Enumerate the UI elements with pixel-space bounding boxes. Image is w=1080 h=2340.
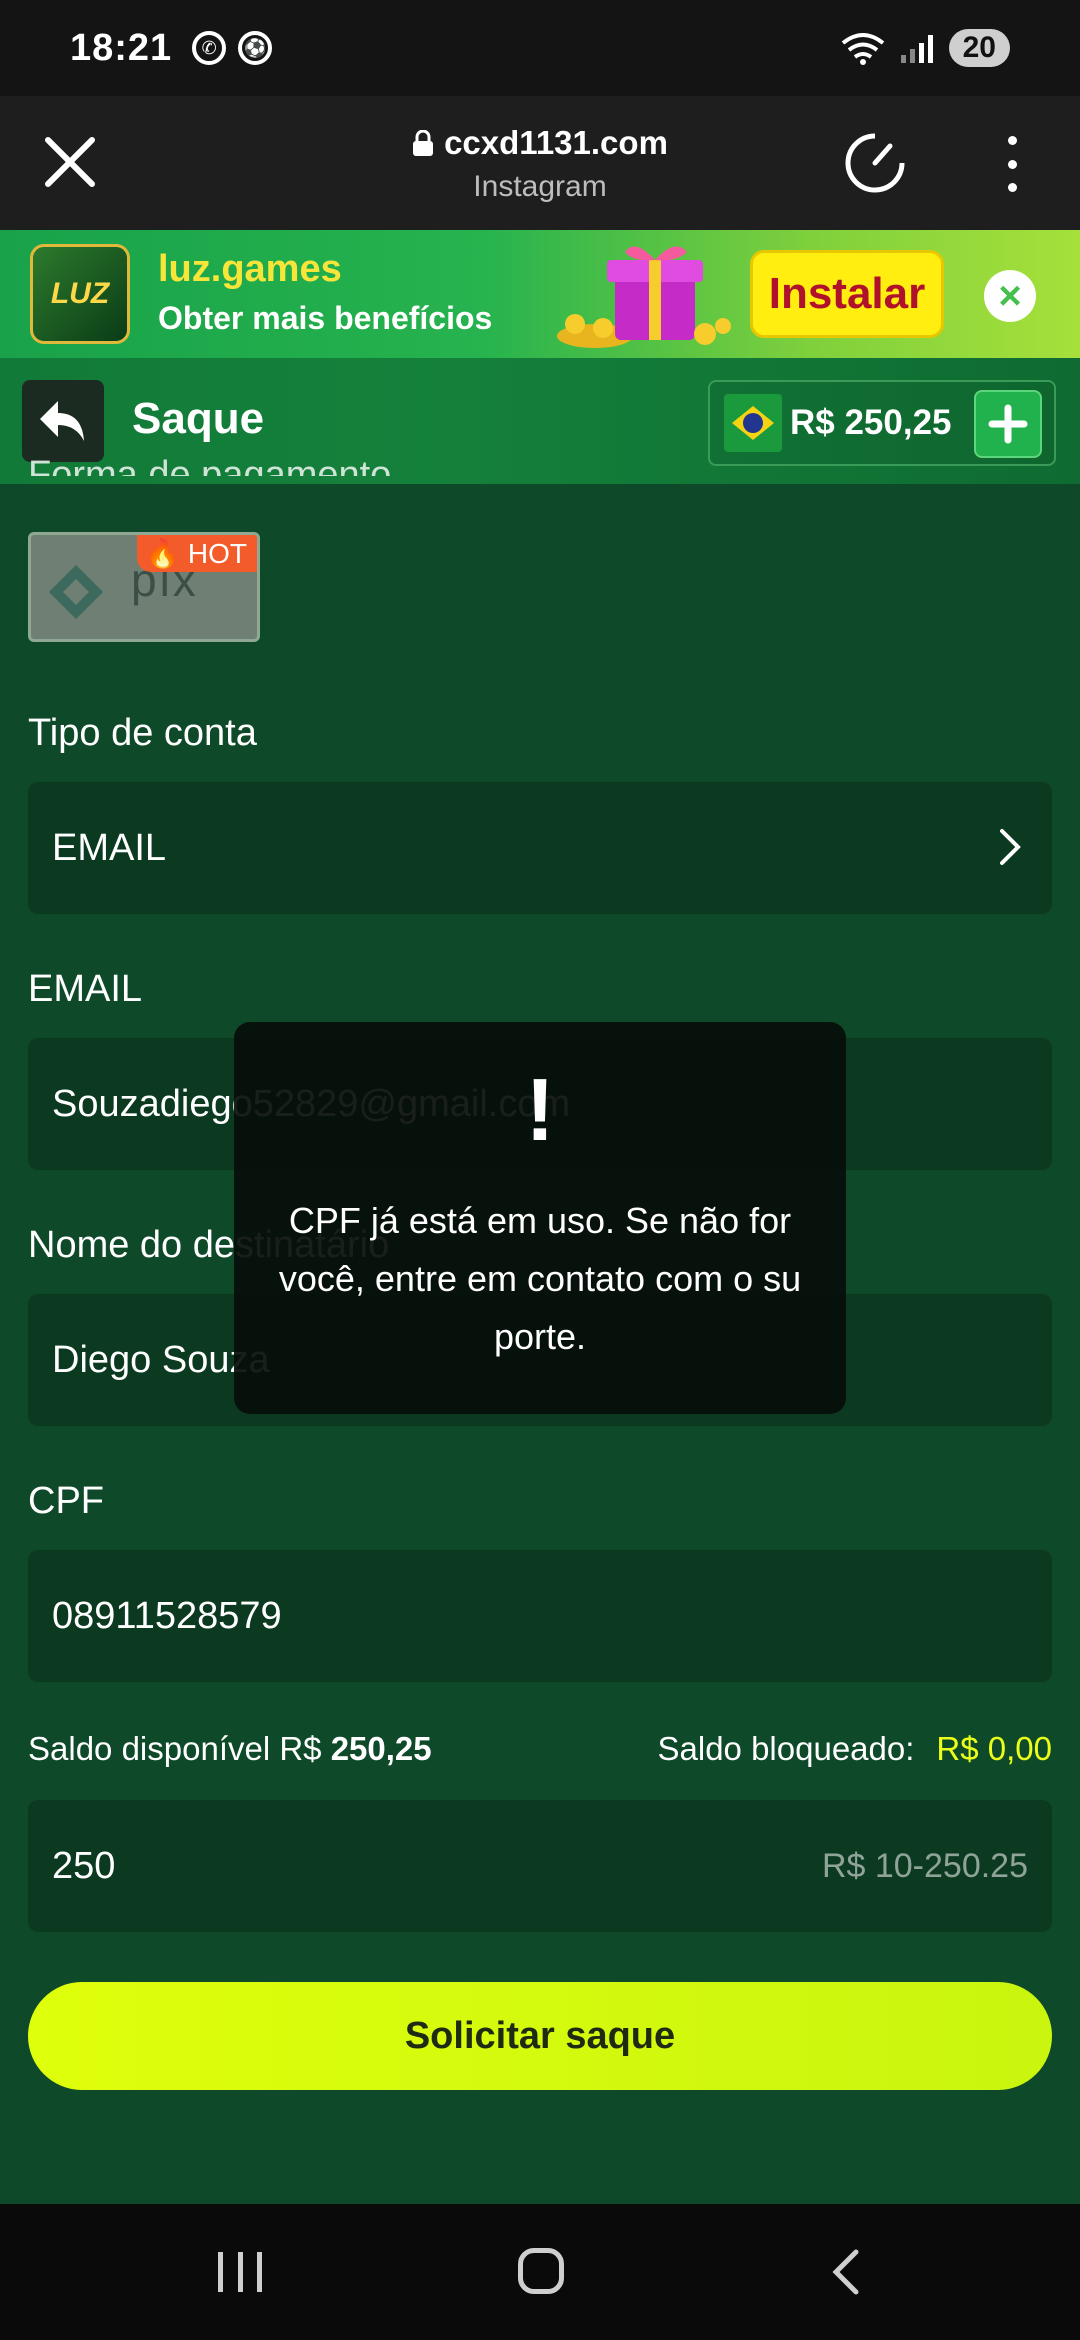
cpf-value: 08911528579 xyxy=(52,1594,282,1637)
request-withdraw-button[interactable]: Solicitar saque xyxy=(28,1982,1052,2090)
email-label: EMAIL xyxy=(28,968,143,1010)
amount-input[interactable]: 250 R$ 10-250.25 xyxy=(28,1800,1052,1932)
lock-icon xyxy=(413,130,434,156)
url-host: ccxd1131.com xyxy=(444,124,668,161)
deposit-button[interactable] xyxy=(974,390,1042,458)
page-title: Saque xyxy=(132,394,265,443)
timer-icon[interactable] xyxy=(842,130,908,196)
gift-coins-icon xyxy=(557,246,731,348)
warning-icon: ! xyxy=(525,1060,555,1159)
luz-games-logo: LUZ xyxy=(30,244,130,344)
browser-toolbar: ccxd1131.com Instagram xyxy=(0,96,1080,230)
more-options-icon[interactable] xyxy=(1002,136,1022,192)
amount-range-hint: R$ 10-250.25 xyxy=(821,1846,1028,1885)
account-type-value: EMAIL xyxy=(52,826,167,869)
amount-value: 250 xyxy=(52,1844,116,1887)
available-balance: Saldo disponível R$ 250,25 xyxy=(28,1730,432,1767)
payment-method-label: Forma de pagamento xyxy=(28,454,392,476)
back-button[interactable] xyxy=(22,380,104,462)
install-banner: LUZ luz.games Obter mais benefícios Inst… xyxy=(0,230,1080,358)
plus-icon xyxy=(988,404,1028,444)
account-type-label: Tipo de conta xyxy=(28,712,257,754)
home-icon[interactable] xyxy=(518,2248,564,2294)
install-button[interactable]: Instalar xyxy=(750,250,944,338)
blocked-balance: Saldo bloqueado: R$ 0,00 xyxy=(657,1730,1053,1767)
pix-logo-icon xyxy=(49,565,103,619)
url-display[interactable]: ccxd1131.com Instagram xyxy=(0,124,1080,204)
wifi-icon xyxy=(841,33,884,65)
account-type-select[interactable]: EMAIL xyxy=(28,782,1052,914)
banner-close-icon[interactable]: × xyxy=(984,270,1036,322)
cpf-label: CPF xyxy=(28,1480,104,1522)
pix-payment-option[interactable]: pix 🔥 HOT xyxy=(28,532,260,642)
brazil-flag-icon xyxy=(724,394,782,452)
recent-apps-icon[interactable] xyxy=(218,2252,262,2292)
back-arrow-icon xyxy=(40,401,84,441)
signal-icon xyxy=(900,33,933,63)
toast-message: CPF já está em uso. Se não for você, ent… xyxy=(278,1200,802,1357)
banner-app-name: luz.games xyxy=(158,248,342,290)
soccer-ball-icon: ⚽ xyxy=(238,31,273,65)
battery-indicator: 20 xyxy=(948,29,1010,67)
url-source: Instagram xyxy=(473,170,607,203)
balance-box: R$ 250,25 xyxy=(708,380,1056,466)
status-time: 18:21 xyxy=(70,26,173,69)
back-icon[interactable] xyxy=(826,2248,866,2296)
chevron-right-icon xyxy=(1000,829,1021,865)
balance-info-row: Saldo disponível R$ 250,25 Saldo bloquea… xyxy=(28,1730,1052,1768)
banner-tagline: Obter mais benefícios xyxy=(158,300,493,336)
hot-badge: 🔥 HOT xyxy=(137,535,257,572)
cpf-field[interactable]: 08911528579 xyxy=(28,1550,1052,1682)
balance-amount: R$ 250,25 xyxy=(790,403,952,442)
whatsapp-icon: ✆ xyxy=(192,31,227,65)
status-bar: 18:21 ✆ ⚽ 20 xyxy=(0,0,1080,96)
error-toast: ! CPF já está em uso. Se não for você, e… xyxy=(234,1022,846,1414)
system-nav-bar xyxy=(0,2204,1080,2340)
